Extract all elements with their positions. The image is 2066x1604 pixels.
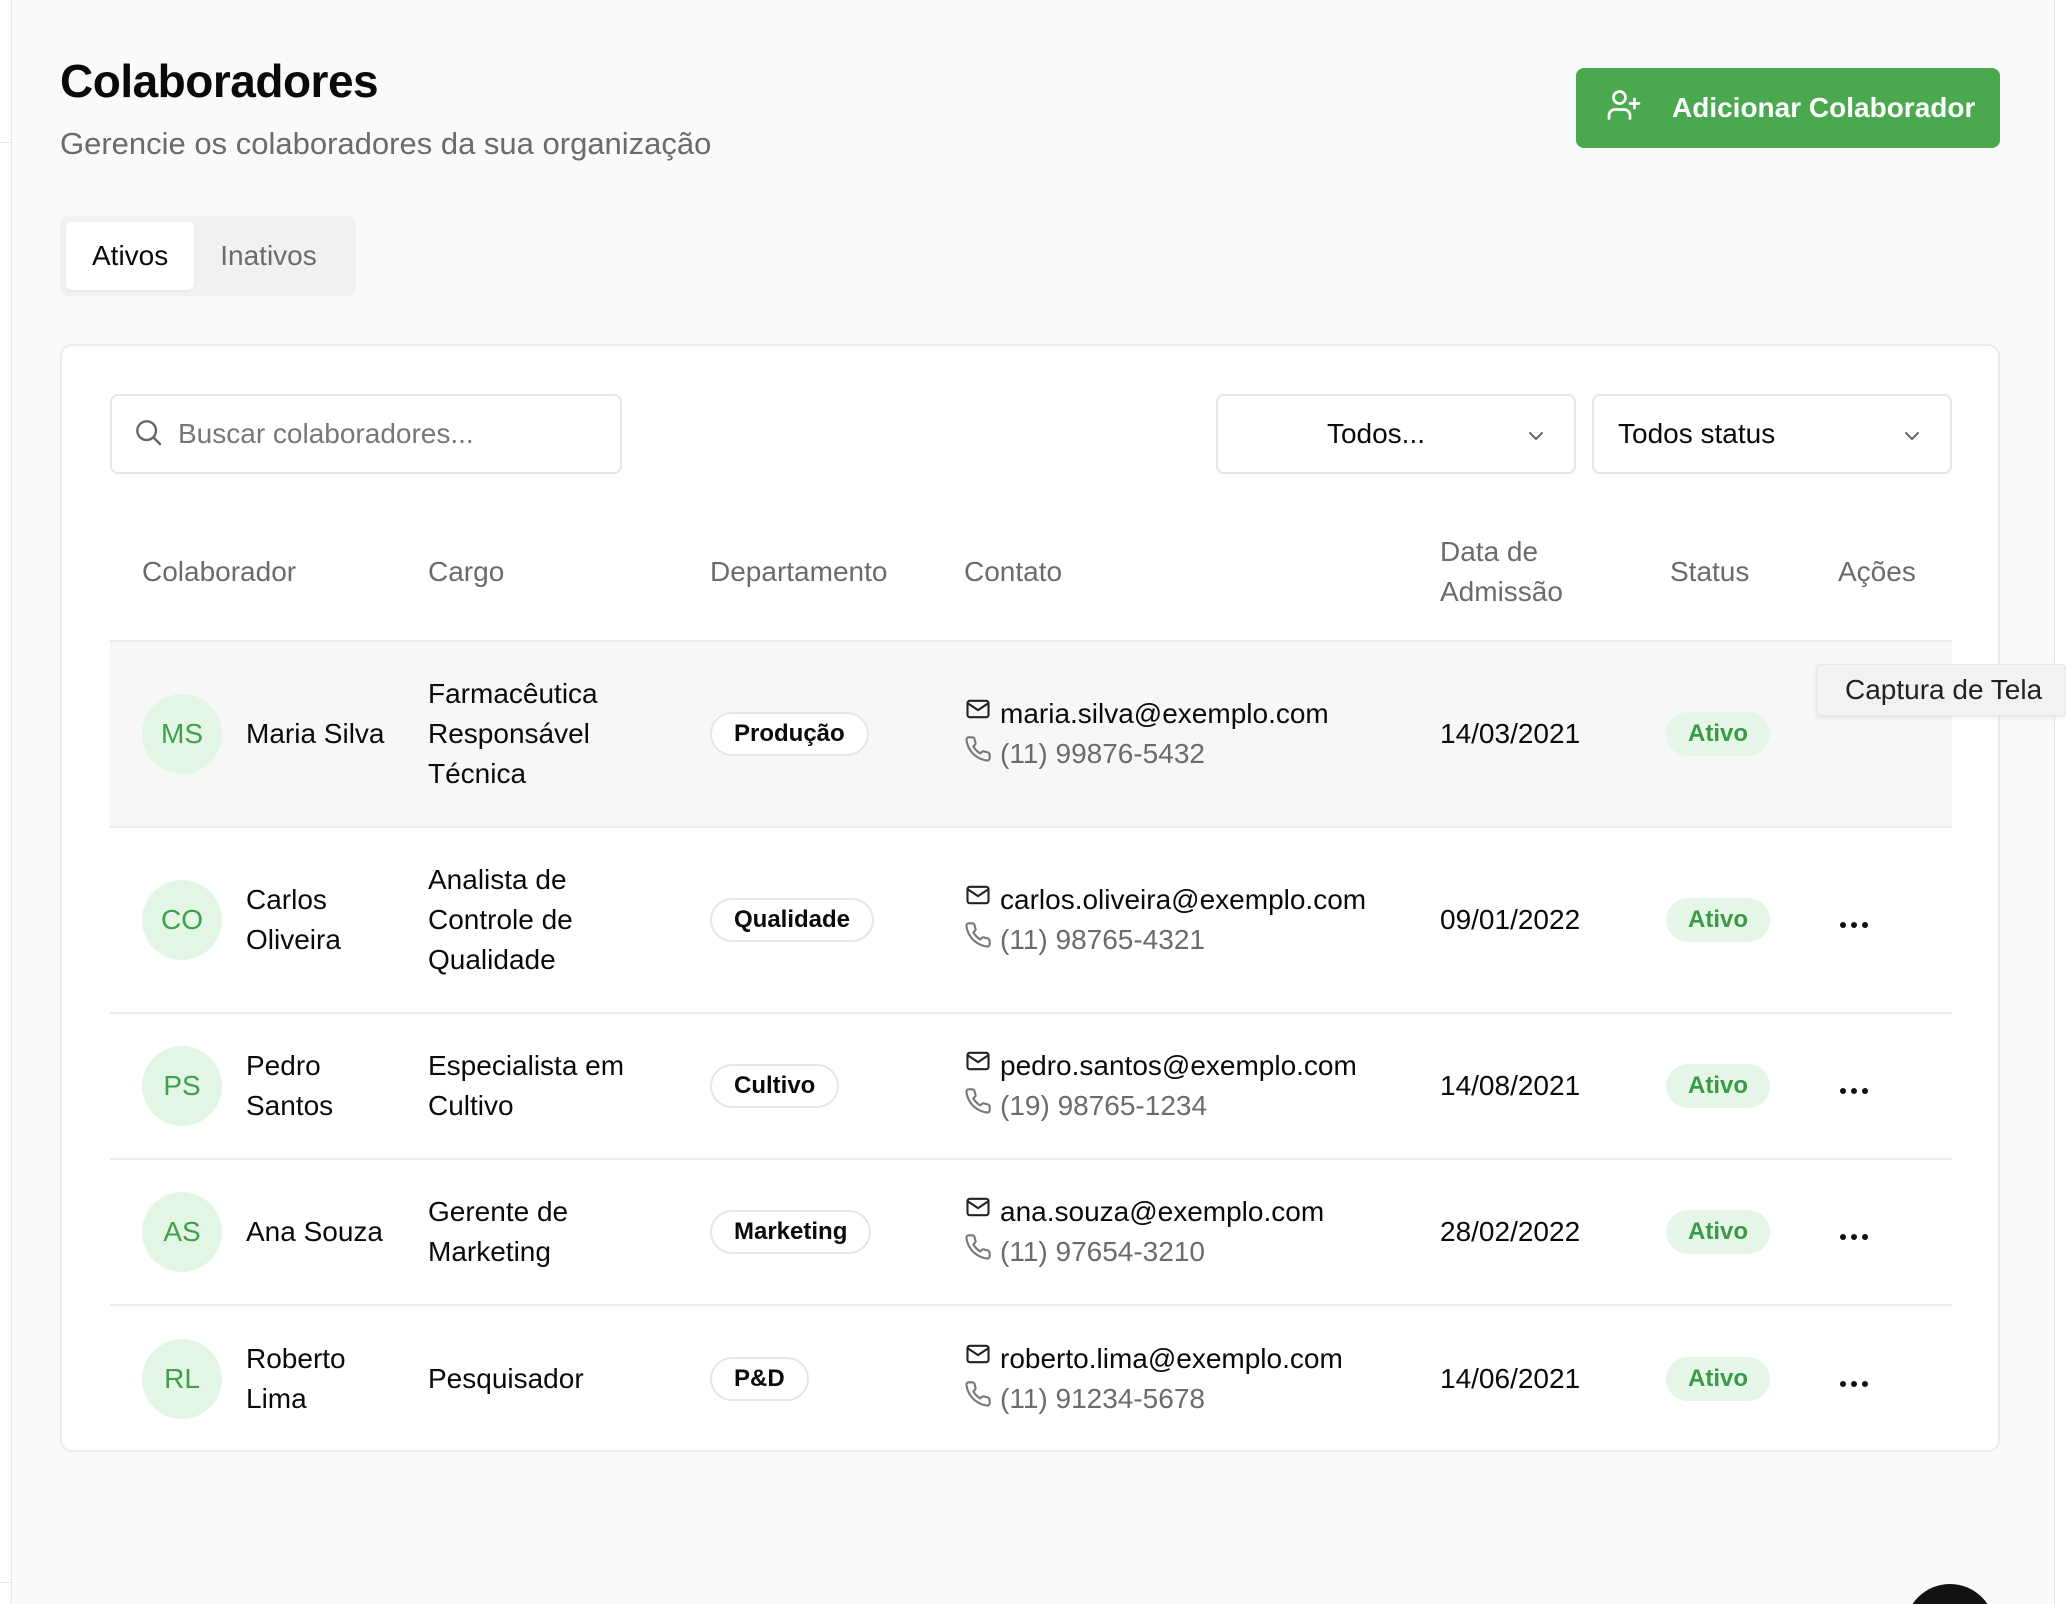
contact-cell: pedro.santos@exemplo.com (19) 98765-1234 <box>964 1014 1404 1158</box>
table-row[interactable]: AS Ana Souza Gerente de Marketing Market… <box>110 1160 1952 1306</box>
page-title: Colaboradores <box>60 55 379 107</box>
more-horizontal-icon <box>1839 1212 1869 1252</box>
mail-icon <box>964 694 992 734</box>
left-edge <box>0 0 12 1604</box>
more-actions-button[interactable] <box>1830 1212 1878 1252</box>
email-link[interactable]: maria.silva@exemplo.com <box>1000 694 1329 734</box>
collaborator-name: Ana Souza <box>246 1216 383 1247</box>
email-link[interactable]: carlos.oliveira@exemplo.com <box>1000 880 1366 920</box>
column-header-contato: Contato <box>964 556 1063 587</box>
avatar: PS <box>142 1046 222 1126</box>
email-link[interactable]: roberto.lima@exemplo.com <box>1000 1339 1343 1379</box>
phone-icon <box>964 1086 992 1126</box>
main-content: Colaboradores Gerencie os colaboradores … <box>12 0 2054 1604</box>
contact-cell: carlos.oliveira@exemplo.com (11) 98765-4… <box>964 828 1404 1012</box>
email-link[interactable]: ana.souza@exemplo.com <box>1000 1192 1324 1232</box>
status-badge: Ativo <box>1666 712 1770 756</box>
collaborator-name: Roberto Lima <box>246 1343 346 1414</box>
more-horizontal-icon <box>1839 1359 1869 1399</box>
collaborators-card: Todos... Todos status Colaborador Cargo … <box>60 344 2000 1452</box>
department-select[interactable]: Todos... <box>1216 394 1576 474</box>
more-actions-button[interactable] <box>1830 900 1878 940</box>
collaborator-name: Carlos Oliveira <box>246 884 341 955</box>
phone-icon <box>964 734 992 774</box>
tab-ativos[interactable]: Ativos <box>66 222 195 290</box>
collaborator-role: Especialista em Cultivo <box>428 1050 625 1121</box>
status-badge: Ativo <box>1666 1210 1770 1254</box>
department-select-value: Todos... <box>1326 418 1426 449</box>
avatar: AS <box>142 1192 222 1272</box>
tab-inativos[interactable]: Inativos <box>194 222 343 290</box>
add-collaborator-button[interactable]: Adicionar Colaborador <box>1576 68 2000 148</box>
search-icon <box>132 416 164 453</box>
more-actions-button[interactable] <box>1830 1359 1878 1399</box>
collaborator-name: Maria Silva <box>246 718 385 749</box>
collaborator-role: Analista de Controle de Qualidade <box>428 864 573 975</box>
tooltip: Captura de Tela <box>1816 664 2066 716</box>
column-header-acoes: Ações <box>1838 556 1916 587</box>
user-plus-icon <box>1606 87 1642 130</box>
phone-icon <box>964 920 992 960</box>
mail-icon <box>964 880 992 920</box>
more-horizontal-icon <box>1839 1066 1869 1106</box>
admission-date: 14/06/2021 <box>1440 1363 1581 1394</box>
status-badge: Ativo <box>1666 1357 1770 1401</box>
phone-icon <box>964 1232 992 1272</box>
avatar: RL <box>142 1339 222 1419</box>
admission-date: 14/08/2021 <box>1440 1070 1581 1101</box>
column-header-status: Status <box>1670 556 1750 587</box>
phone-number: (11) 98765-4321 <box>1000 924 1205 955</box>
more-horizontal-icon <box>1839 900 1869 940</box>
email-link[interactable]: pedro.santos@exemplo.com <box>1000 1046 1357 1086</box>
phone-number: (19) 98765-1234 <box>1000 1090 1208 1121</box>
page-subtitle: Gerencie os colaboradores da sua organiz… <box>60 126 712 161</box>
status-badge: Ativo <box>1666 1064 1770 1108</box>
department-badge: Qualidade <box>710 898 875 942</box>
mail-icon <box>964 1046 992 1086</box>
table-row[interactable]: CO Carlos Oliveira Analista de Controle … <box>110 828 1952 1014</box>
collaborator-name: Pedro Santos <box>246 1050 334 1121</box>
collaborator-role: Gerente de Marketing <box>428 1196 569 1267</box>
column-header-departamento: Departamento <box>710 556 888 587</box>
contact-cell: ana.souza@exemplo.com (11) 97654-3210 <box>964 1160 1404 1304</box>
admission-date: 14/03/2021 <box>1440 718 1581 749</box>
contact-cell: maria.silva@exemplo.com (11) 99876-5432 <box>964 642 1404 826</box>
collaborator-role: Farmacêutica Responsável Técnica <box>428 678 598 789</box>
search-box <box>110 394 622 474</box>
phone-icon <box>964 1379 992 1419</box>
column-header-colaborador: Colaborador <box>142 556 297 587</box>
status-badge: Ativo <box>1666 898 1770 942</box>
department-badge: Produção <box>710 712 869 756</box>
phone-number: (11) 91234-5678 <box>1000 1383 1205 1414</box>
admission-date: 09/01/2022 <box>1440 904 1581 935</box>
right-edge <box>2054 0 2066 1604</box>
department-badge: Marketing <box>710 1210 872 1254</box>
status-select[interactable]: Todos status <box>1592 394 1952 474</box>
avatar: CO <box>142 880 222 960</box>
table-row[interactable]: MS Maria Silva Farmacêutica Responsável … <box>110 642 1952 828</box>
phone-number: (11) 99876-5432 <box>1000 738 1205 769</box>
table-header: Colaborador Cargo Departamento Contato D… <box>110 502 1952 642</box>
column-header-data-admissao: Data de Admissão <box>1440 536 1563 607</box>
admission-date: 28/02/2022 <box>1440 1216 1581 1247</box>
avatar: MS <box>142 694 222 774</box>
mail-icon <box>964 1339 992 1379</box>
table-row[interactable]: PS Pedro Santos Especialista em Cultivo … <box>110 1014 1952 1160</box>
department-badge: Cultivo <box>710 1064 840 1108</box>
more-actions-button[interactable] <box>1830 1066 1878 1106</box>
add-collaborator-label: Adicionar Colaborador <box>1672 92 1976 123</box>
department-badge: P&D <box>710 1357 809 1401</box>
mail-icon <box>964 1192 992 1232</box>
collaborator-role: Pesquisador <box>428 1363 584 1394</box>
column-header-cargo: Cargo <box>428 556 505 587</box>
contact-cell: roberto.lima@exemplo.com (11) 91234-5678 <box>964 1306 1404 1452</box>
phone-number: (11) 97654-3210 <box>1000 1236 1205 1267</box>
table-row[interactable]: RL Roberto Lima Pesquisador P&D roberto.… <box>110 1306 1952 1452</box>
search-input[interactable] <box>178 418 598 450</box>
status-select-value: Todos status <box>1618 418 1776 449</box>
status-tabs: Ativos Inativos <box>60 216 356 296</box>
